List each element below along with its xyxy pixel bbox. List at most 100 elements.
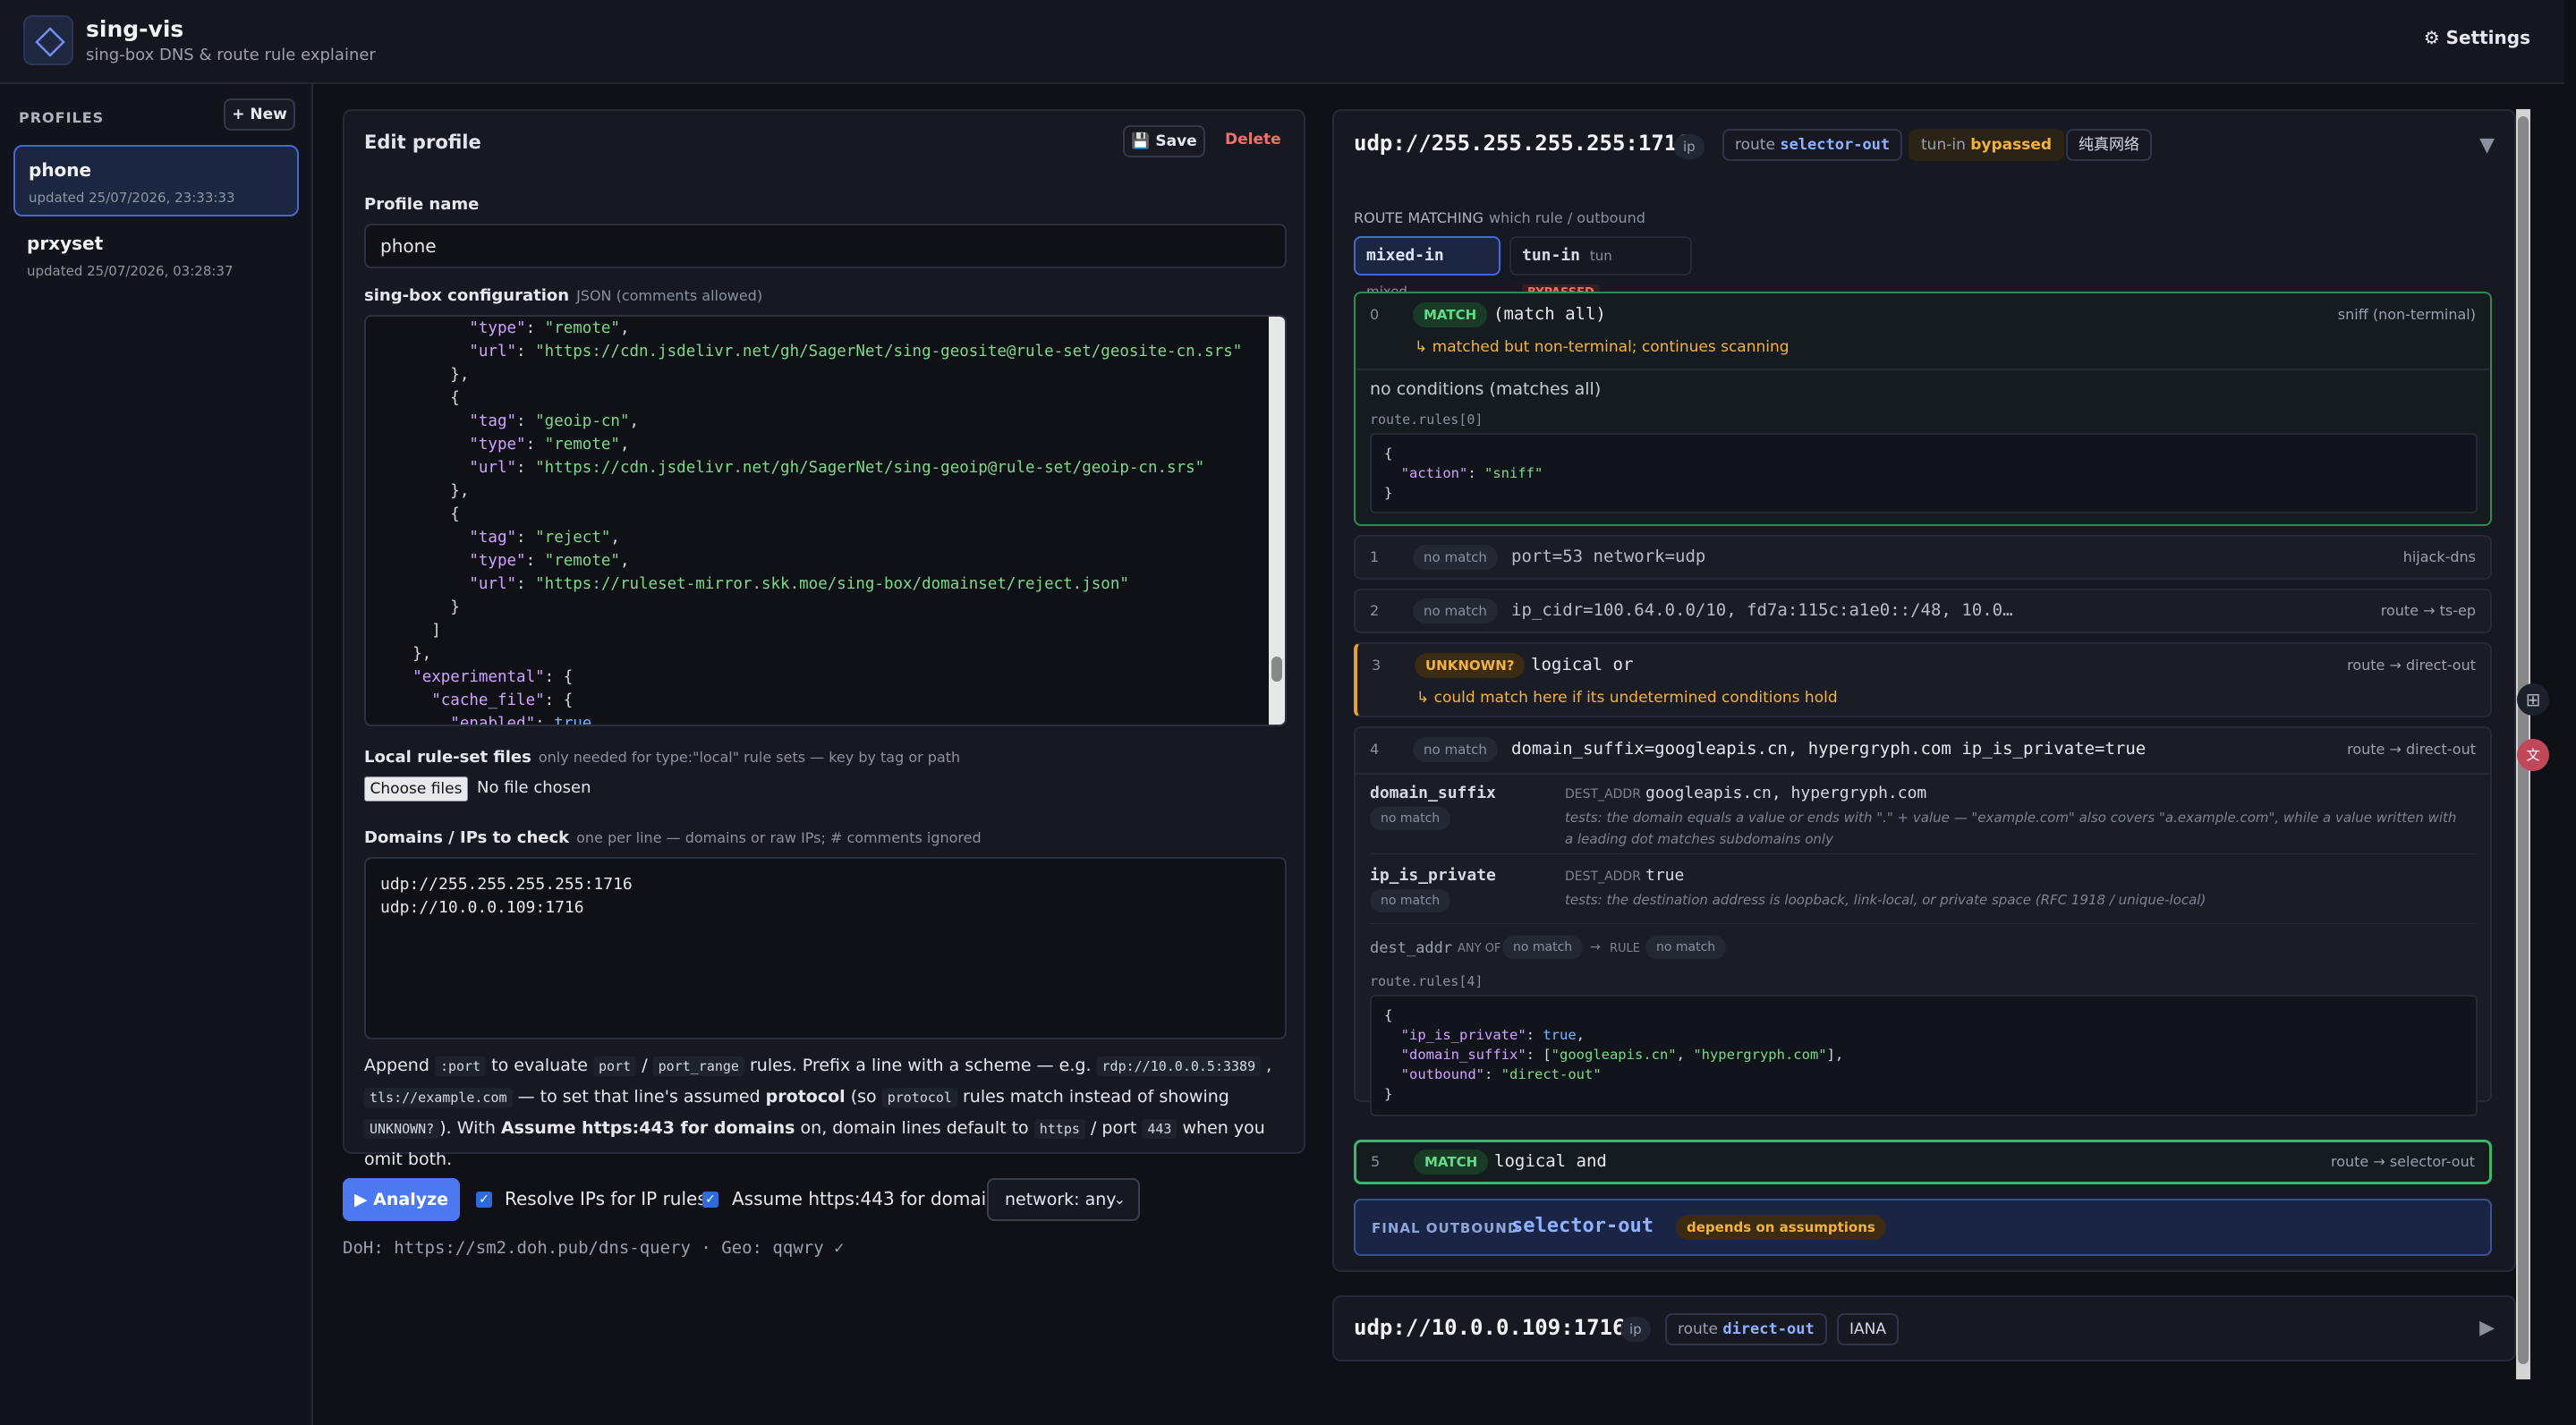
- rule-number: 4: [1370, 741, 1380, 758]
- sidebar-tool-icon[interactable]: ⊞: [2517, 683, 2549, 716]
- rule-row-5[interactable]: 5 MATCH logical and route → selector-out: [1354, 1140, 2492, 1184]
- config-scrollbar[interactable]: [1269, 317, 1285, 725]
- assume-https-label: Assume https:443 for domains: [732, 1188, 1007, 1209]
- rule-note: ↳ matched but non-terminal; continues sc…: [1415, 338, 1790, 356]
- config-scrollbar-thumb[interactable]: [1271, 657, 1282, 682]
- profile-updated: updated 25/07/2026, 03:28:37: [27, 263, 234, 279]
- condition-value: googleapis.cn, hypergryph.com: [1645, 784, 1927, 802]
- rule-number: 5: [1371, 1153, 1381, 1170]
- rule-row-4[interactable]: 4 no match domain_suffix=googleapis.cn, …: [1354, 726, 2492, 1116]
- final-outbound-value: selector-out: [1511, 1215, 1654, 1237]
- condition-target: DEST_ADDR: [1565, 869, 1641, 884]
- status-badge: no match: [1645, 936, 1727, 959]
- final-outbound-label: FINAL OUTBOUND: [1372, 1220, 1520, 1236]
- resolve-ips-checkbox[interactable]: ✓: [476, 1192, 492, 1208]
- panel-title: Edit profile: [364, 131, 481, 153]
- condition-name: ip_is_private: [1370, 866, 1496, 885]
- save-button[interactable]: 💾 Save: [1123, 125, 1205, 157]
- rule-path: route.rules[0]: [1370, 411, 1484, 428]
- assumption-badge: depends on assumptions: [1676, 1215, 1886, 1240]
- local-files-label: Local rule-set files only needed for type…: [364, 748, 961, 767]
- rule-row-2[interactable]: 2 no match ip_cidr=100.64.0.0/10, fd7a:1…: [1354, 589, 2492, 633]
- status-badge: no match: [1413, 598, 1498, 623]
- file-status: No file chosen: [477, 778, 591, 797]
- condition-test: tests: the destination address is loopba…: [1565, 892, 2206, 908]
- rule-number: 3: [1372, 657, 1382, 674]
- app-title: sing-vis: [86, 16, 184, 42]
- status-badge: no match: [1370, 889, 1451, 912]
- rule-row-0[interactable]: 0 MATCH (match all) sniff (non-terminal)…: [1354, 292, 2492, 526]
- result-card-2[interactable]: udp://10.0.0.109:1716 ip route direct-ou…: [1332, 1295, 2516, 1361]
- status-badge: UNKNOWN?: [1415, 653, 1526, 678]
- route-chip: route direct-out: [1665, 1313, 1827, 1345]
- status-badge: no match: [1413, 545, 1498, 570]
- tunin-chip: tun-in bypassed: [1909, 129, 2065, 161]
- rule-text: (match all): [1493, 304, 1606, 324]
- domains-label: Domains / IPs to check one per line — dom…: [364, 828, 982, 847]
- analyze-button[interactable]: ▶ Analyze: [343, 1178, 460, 1221]
- final-outbound: FINAL OUTBOUND selector-out depends on a…: [1354, 1199, 2492, 1256]
- config-label: sing-box configuration JSON (comments all…: [364, 286, 763, 305]
- delete-button[interactable]: Delete: [1225, 131, 1281, 148]
- network-select[interactable]: network: any ⌄: [987, 1178, 1140, 1221]
- aggregate-any: ANY OF: [1458, 942, 1501, 955]
- settings-button[interactable]: ⚙ Settings: [2424, 27, 2530, 48]
- rule-json: { "action": "sniff" }: [1370, 433, 2478, 513]
- condition-target: DEST_ADDR: [1565, 787, 1641, 802]
- profile-name: prxyset: [27, 233, 104, 254]
- domains-textarea[interactable]: udp://255.255.255.255:1716 udp://10.0.0.…: [364, 857, 1287, 1039]
- rule-text: logical or: [1531, 655, 1634, 674]
- aggregate-name: dest_addr: [1370, 939, 1453, 957]
- geo-chip: 纯真网络: [2066, 129, 2152, 161]
- rule-outcome: route → direct-out: [2347, 657, 2476, 674]
- translate-icon[interactable]: 文: [2517, 739, 2549, 771]
- status-badge: no match: [1370, 807, 1451, 830]
- help-text: Append :port to evaluate port / port_ran…: [364, 1056, 1272, 1169]
- app-subtitle: sing-box DNS & route rule explainer: [86, 46, 376, 64]
- rule-outcome: hijack-dns: [2402, 548, 2476, 565]
- rule-row-3[interactable]: 3 UNKNOWN? logical or route → direct-out…: [1354, 642, 2492, 717]
- rule-text: ip_cidr=100.64.0.0/10, fd7a:115c:a1e0::/…: [1511, 600, 2013, 620]
- profile-item-phone[interactable]: phone updated 25/07/2026, 23:33:33: [13, 145, 299, 216]
- rule-row-1[interactable]: 1 no match port=53 network=udp hijack-dn…: [1354, 535, 2492, 580]
- profile-name-label: Profile name: [364, 195, 480, 214]
- profile-updated: updated 25/07/2026, 23:33:33: [29, 190, 235, 206]
- chevron-down-icon: ⌄: [1113, 1191, 1126, 1208]
- rule-json: { "ip_is_private": true, "domain_suffix"…: [1370, 995, 2478, 1116]
- result-card-1: udp://255.255.255.255:1716 ip route sele…: [1332, 109, 2516, 1272]
- aggregate-arrow: →: [1590, 940, 1601, 954]
- rule-path: route.rules[4]: [1370, 973, 1484, 989]
- aggregate-rule: RULE: [1610, 942, 1641, 955]
- collapse-icon[interactable]: ▼: [2479, 134, 2495, 157]
- rule-number: 1: [1370, 548, 1380, 565]
- condition-name: domain_suffix: [1370, 784, 1496, 802]
- profiles-heading: PROFILES: [19, 109, 105, 126]
- local-files-hint: only needed for type:"local" rule sets —…: [538, 749, 961, 766]
- choose-files-button[interactable]: Choose files: [364, 776, 468, 802]
- rule-outcome: sniff (non-terminal): [2337, 306, 2476, 323]
- tab-tun-in[interactable]: tun-in tun BYPASSED: [1509, 236, 1692, 301]
- assume-https-checkbox[interactable]: ✓: [702, 1192, 718, 1208]
- kind-badge: ip: [1620, 1317, 1651, 1342]
- app-logo-icon: [23, 15, 73, 65]
- config-editor[interactable]: "type": "remote", "url": "https://cdn.js…: [364, 315, 1287, 726]
- sidebar: PROFILES + New phone updated 25/07/2026,…: [0, 84, 313, 1425]
- tab-mixed-in[interactable]: mixed-in mixed: [1354, 236, 1501, 300]
- domains-hint: one per line — domains or raw IPs; # com…: [576, 829, 982, 846]
- conditions-text: no conditions (matches all): [1370, 379, 1602, 399]
- rule-number: 0: [1370, 306, 1380, 323]
- new-profile-button[interactable]: + New: [224, 98, 295, 131]
- condition-value: true: [1645, 866, 1685, 885]
- result-target: udp://10.0.0.109:1716: [1354, 1315, 1626, 1340]
- profile-item-prxyset[interactable]: prxyset updated 25/07/2026, 03:28:37: [13, 220, 299, 292]
- expand-icon[interactable]: ▶: [2479, 1317, 2495, 1339]
- rule-text: domain_suffix=googleapis.cn, hypergryph.…: [1511, 739, 2147, 759]
- edit-profile-panel: Edit profile 💾 Save Delete Profile name …: [343, 109, 1305, 1169]
- rule-outcome: route → direct-out: [2347, 741, 2476, 758]
- rule-outcome: route → selector-out: [2330, 1153, 2475, 1170]
- status-badge: no match: [1413, 737, 1498, 762]
- app-header: sing-vis sing-box DNS & route rule expla…: [0, 0, 2564, 84]
- condition-test: tests: the domain equals a value or ends…: [1565, 810, 2457, 847]
- profile-name-input[interactable]: phone: [364, 224, 1287, 268]
- rule-outcome: route → ts-ep: [2380, 602, 2476, 619]
